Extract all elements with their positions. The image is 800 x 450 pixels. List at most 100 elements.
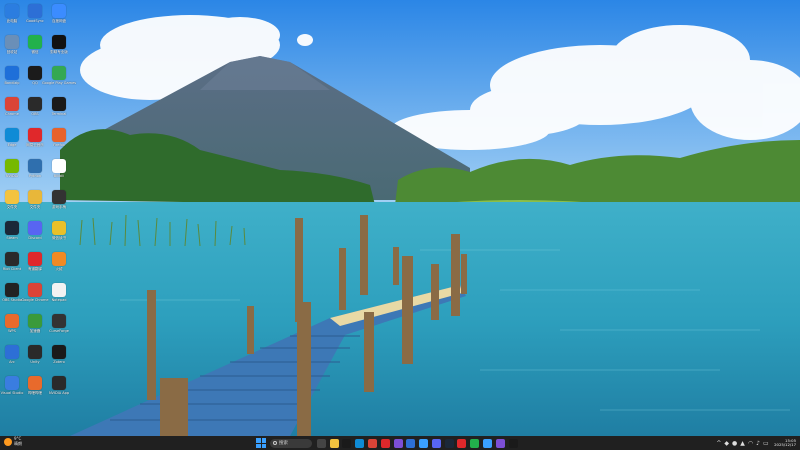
desktop-shortcut[interactable]: OBS: [23, 97, 47, 125]
desktop-shortcut[interactable]: 文件夹: [23, 190, 47, 218]
clock[interactable]: 15:05 2025/12/17: [774, 438, 796, 448]
discord-icon[interactable]: [431, 438, 441, 448]
edge-icon[interactable]: [355, 438, 365, 448]
desktop-shortcut[interactable]: Google Chrome: [21, 283, 49, 311]
system-tray: ^ ◆ ● ▲ ◠ ♪ ▭ 15:05 2025/12/17: [715, 437, 796, 449]
desktop-shortcut[interactable]: Bilibili: [47, 159, 71, 187]
desktop-shortcut[interactable]: Edge: [0, 128, 24, 156]
windows-logo-icon: [256, 443, 261, 448]
folder-icon: [28, 190, 42, 204]
desktop-shortcut[interactable]: 百度网盘: [47, 4, 71, 32]
desktop-shortcut[interactable]: WPS: [0, 314, 24, 342]
desktop-shortcut[interactable]: Zotero: [47, 345, 71, 373]
blue-app-icon[interactable]: [406, 438, 416, 448]
netease-music-icon: [28, 128, 42, 142]
baidu-netdisk-icon: [52, 4, 66, 18]
desktop-shortcut-label: Terminal: [51, 112, 67, 116]
desktop-shortcut[interactable]: 网易云音乐: [23, 128, 47, 156]
desktop-shortcut[interactable]: 有道翻译: [23, 252, 47, 280]
desktop-shortcut[interactable]: Notepad: [47, 283, 71, 311]
desktop-shortcut[interactable]: Google Play Games: [42, 66, 76, 94]
visual-studio-icon: [5, 376, 19, 390]
desktop-shortcut-label: 游戏手柄: [52, 205, 66, 209]
bandizip-icon: [5, 66, 19, 80]
wechat-icon[interactable]: [470, 438, 480, 448]
desktop-shortcut[interactable]: 回收站: [0, 35, 24, 63]
chrome-icon-2: [28, 283, 42, 297]
desktop-shortcut-label: NVIDIA: [5, 174, 19, 178]
weather-description: 晴朗: [14, 440, 22, 446]
desktop-shortcut[interactable]: Terminal: [47, 97, 71, 125]
bilibili-icon: [52, 159, 66, 173]
desktop-shortcut-label: GoodSync: [26, 19, 44, 23]
desktop-shortcut[interactable]: 微信读书: [47, 221, 71, 249]
desktop-shortcut[interactable]: Discord: [23, 221, 47, 249]
visual-studio-icon[interactable]: [495, 438, 505, 448]
task-view-icon[interactable]: [316, 438, 326, 448]
desktop-shortcut-label: Bandizip: [4, 81, 20, 85]
terminal-icon[interactable]: [342, 438, 352, 448]
desktop-shortcut[interactable]: Steam: [0, 221, 24, 249]
desktop-shortcut[interactable]: GoodSync: [23, 4, 47, 32]
gamepad-icon: [52, 190, 66, 204]
desktop-shortcut-label: WPS: [8, 329, 16, 333]
chrome-icon[interactable]: [368, 438, 378, 448]
youdao-icon[interactable]: [457, 438, 467, 448]
desktop-shortcut[interactable]: Unity: [23, 345, 47, 373]
desktop-shortcut[interactable]: Firefox: [47, 128, 71, 156]
recycle-bin-icon: [5, 35, 19, 49]
desktop-shortcut[interactable]: Visual Studio: [0, 376, 24, 404]
check-icon[interactable]: [419, 438, 429, 448]
desktop-shortcut[interactable]: 此电脑: [0, 4, 24, 32]
start-button[interactable]: [256, 438, 266, 448]
taskbar-search[interactable]: 搜索: [270, 438, 312, 448]
desktop-shortcut[interactable]: 剪映专业版: [47, 35, 71, 63]
oo-icon: [52, 221, 66, 235]
desktop-shortcut[interactable]: 哔哩哔哩: [23, 376, 47, 404]
desktop-shortcut[interactable]: 文件夹: [0, 190, 24, 218]
arc-icon: [5, 345, 19, 359]
desktop-shortcut[interactable]: Arc: [0, 345, 24, 373]
tray-app-icon[interactable]: ◆: [724, 440, 729, 447]
desktop-shortcut[interactable]: 加速器: [23, 314, 47, 342]
notepad-icon: [52, 283, 66, 297]
steam-icon[interactable]: [444, 438, 454, 448]
store-icon[interactable]: [483, 438, 493, 448]
volume-icon[interactable]: ♪: [756, 440, 760, 447]
windows-logo-icon: [256, 438, 261, 443]
desktop-shortcut[interactable]: CurseForge: [47, 314, 71, 342]
desktop-shortcut[interactable]: Python: [23, 159, 47, 187]
desktop-shortcut-label: 百度网盘: [52, 19, 66, 23]
desktop-shortcut-label: 回收站: [6, 50, 18, 54]
file-explorer-icon[interactable]: [329, 438, 339, 448]
desktop-shortcut[interactable]: Chrome: [0, 97, 24, 125]
desktop-shortcut[interactable]: Riot Client: [0, 252, 24, 280]
battery-icon[interactable]: ▭: [763, 440, 769, 447]
desktop-shortcut[interactable]: NVIDIA: [0, 159, 24, 187]
desktop-shortcut[interactable]: Bandizip: [0, 66, 24, 94]
zotero-icon[interactable]: [508, 438, 518, 448]
desktop-shortcut-label: Notepad: [51, 298, 67, 302]
desktop-shortcut[interactable]: OBS Studio: [0, 283, 24, 311]
desktop-shortcut-label: Python: [28, 174, 42, 178]
desktop-shortcut[interactable]: 游戏手柄: [47, 190, 71, 218]
tray-app-icon[interactable]: ●: [732, 440, 737, 447]
netease-music-icon[interactable]: [380, 438, 390, 448]
desktop-shortcut[interactable]: 微信: [23, 35, 47, 63]
network-icon[interactable]: ◠: [748, 440, 753, 447]
desktop-shortcut-label: Google Play Games: [41, 81, 77, 85]
python-icon: [28, 159, 42, 173]
desktop-shortcut-label: 此电脑: [6, 19, 18, 23]
desktop-shortcut-label: 微信: [31, 50, 39, 54]
tray-app-icon[interactable]: ▲: [740, 440, 745, 447]
weather-widget[interactable]: 9°C 晴朗: [4, 436, 22, 446]
flame-icon: [52, 252, 66, 266]
purple-app-icon[interactable]: [393, 438, 403, 448]
desktop-shortcut[interactable]: QQ: [23, 66, 47, 94]
wechat-icon: [28, 35, 42, 49]
tray-overflow-chevron-icon[interactable]: ^: [716, 440, 721, 447]
curseforge-icon: [52, 314, 66, 328]
desktop-shortcut[interactable]: 火绒: [47, 252, 71, 280]
desktop-shortcut-label: Firefox: [53, 143, 65, 147]
desktop-shortcut[interactable]: NVIDIA App: [47, 376, 71, 404]
